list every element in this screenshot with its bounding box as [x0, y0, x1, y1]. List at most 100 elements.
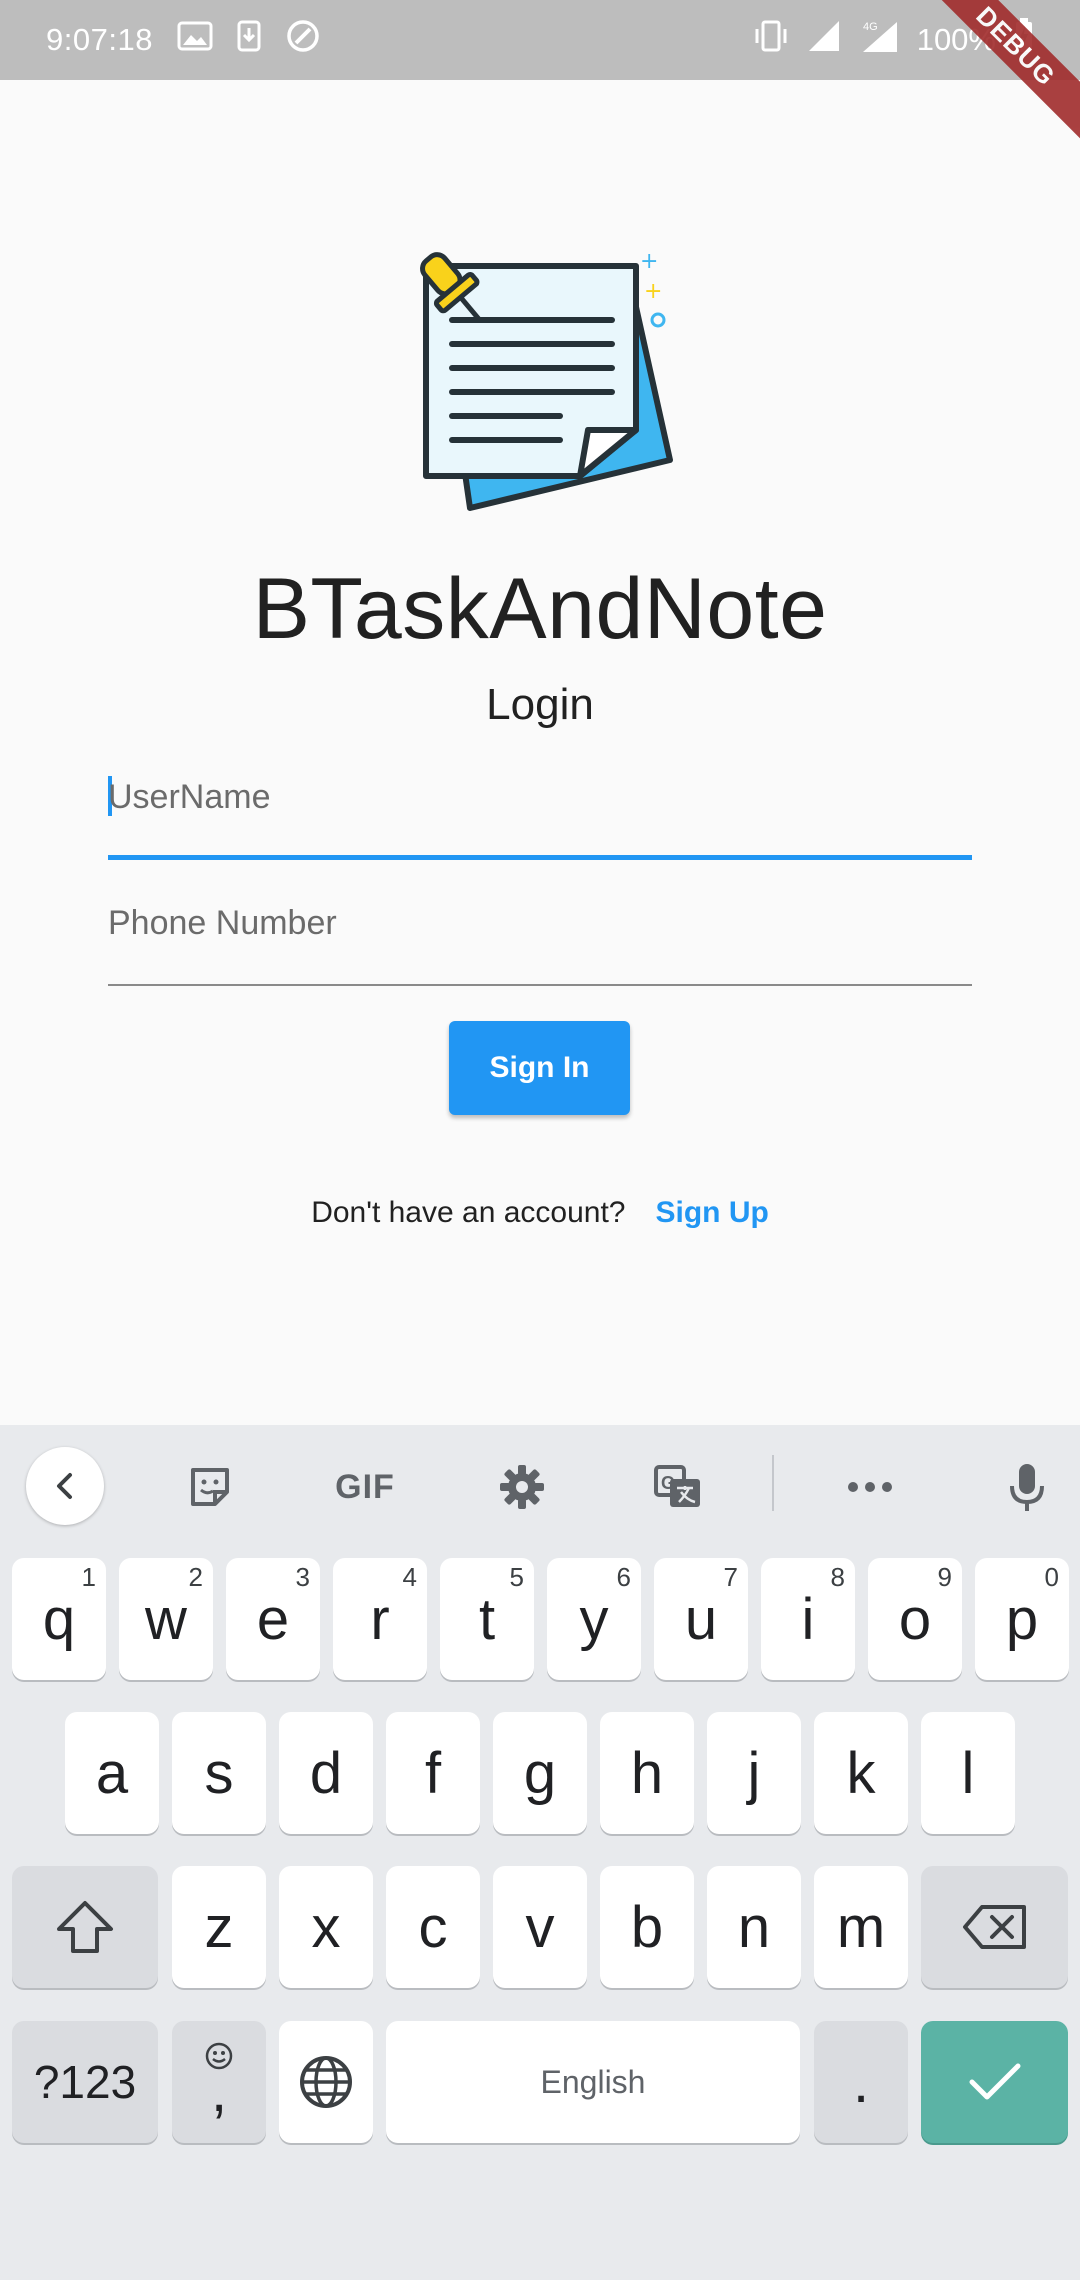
space-key[interactable]: English	[386, 2021, 800, 2143]
key-s-label: s	[204, 1740, 234, 1806]
key-c[interactable]: c	[386, 1866, 480, 1988]
checkmark-icon	[969, 2063, 1020, 2100]
app-logo: + +	[400, 240, 680, 520]
svg-text:4G: 4G	[863, 21, 878, 33]
key-m-label: m	[836, 1894, 886, 1960]
key-d-label: d	[309, 1740, 343, 1806]
svg-text:+: +	[640, 249, 658, 274]
login-heading: Login	[486, 680, 594, 729]
key-s[interactable]: s	[172, 1712, 266, 1834]
key-k-label: k	[846, 1740, 876, 1806]
backspace-icon	[962, 1905, 1026, 1949]
signal-4g-icon: 4G	[859, 18, 899, 62]
period-key[interactable]: .	[814, 2021, 908, 2143]
key-t[interactable]: t5	[440, 1558, 534, 1680]
key-k[interactable]: k	[814, 1712, 908, 1834]
key-x-label: x	[311, 1894, 341, 1960]
key-e-label: e	[256, 1586, 290, 1652]
key-w[interactable]: w2	[119, 1558, 213, 1680]
globe-icon	[300, 2056, 352, 2108]
key-q-number-hint: 1	[81, 1562, 96, 1592]
key-f-label: f	[424, 1740, 442, 1806]
key-o-number-hint: 9	[937, 1562, 952, 1592]
svg-text:G: G	[661, 1473, 675, 1493]
key-h[interactable]: h	[600, 1712, 694, 1834]
back-icon[interactable]	[26, 1447, 104, 1525]
key-e[interactable]: e3	[226, 1558, 320, 1680]
key-j-label: j	[747, 1740, 761, 1806]
key-n-label: n	[737, 1894, 771, 1960]
key-a-label: a	[95, 1740, 129, 1806]
signal-icon	[807, 19, 841, 61]
key-q[interactable]: q1	[12, 1558, 106, 1680]
shift-key[interactable]	[12, 1866, 158, 1988]
key-g[interactable]: g	[493, 1712, 587, 1834]
phone-placeholder: Phone Number	[108, 904, 337, 942]
toolbar-separator	[772, 1455, 774, 1511]
key-x[interactable]: x	[279, 1866, 373, 1988]
sync-notification-icon	[285, 18, 321, 62]
key-c-label: c	[418, 1894, 448, 1960]
key-l[interactable]: l	[921, 1712, 1015, 1834]
gif-icon[interactable]: GIF	[320, 1449, 410, 1525]
key-i-number-hint: 8	[830, 1562, 845, 1592]
key-p[interactable]: p0	[975, 1558, 1069, 1680]
key-r[interactable]: r4	[333, 1558, 427, 1680]
symbols-key[interactable]: ?123	[12, 2021, 158, 2143]
username-input[interactable]: UserName	[108, 776, 972, 860]
key-w-number-hint: 2	[188, 1562, 203, 1592]
key-j[interactable]: j	[707, 1712, 801, 1834]
key-d[interactable]: d	[279, 1712, 373, 1834]
key-t-label: t	[478, 1586, 496, 1652]
key-a[interactable]: a	[65, 1712, 159, 1834]
key-v-label: v	[525, 1894, 555, 1960]
key-n[interactable]: n	[707, 1866, 801, 1988]
download-notification-icon	[237, 20, 261, 60]
key-o[interactable]: o9	[868, 1558, 962, 1680]
enter-key[interactable]	[921, 2021, 1068, 2143]
key-p-label: p	[1005, 1586, 1039, 1652]
key-u[interactable]: u7	[654, 1558, 748, 1680]
key-g-label: g	[523, 1740, 557, 1806]
key-b[interactable]: b	[600, 1866, 694, 1988]
comma-emoji-key[interactable]: ,	[172, 2021, 266, 2143]
translate-icon[interactable]: G	[638, 1449, 718, 1525]
key-y-label: y	[579, 1586, 609, 1652]
symbols-key-label: ?123	[33, 2056, 137, 2108]
sign-in-button[interactable]: Sign In	[449, 1021, 630, 1115]
key-z[interactable]: z	[172, 1866, 266, 1988]
key-f[interactable]: f	[386, 1712, 480, 1834]
keyboard-toolbar: GIF G	[0, 1425, 1080, 1543]
sign-up-link[interactable]: Sign Up	[655, 1196, 768, 1230]
settings-icon[interactable]	[482, 1449, 562, 1525]
key-o-label: o	[898, 1586, 932, 1652]
phone-underline	[108, 984, 972, 986]
key-y[interactable]: y6	[547, 1558, 641, 1680]
gallery-notification-icon	[177, 21, 213, 59]
emoji-icon	[205, 2042, 233, 2070]
key-y-number-hint: 6	[616, 1562, 631, 1592]
app-title: BTaskAndNote	[252, 561, 828, 657]
language-key[interactable]	[279, 2021, 373, 2143]
username-placeholder: UserName	[108, 778, 271, 816]
status-time: 9:07:18	[46, 22, 153, 57]
mic-icon[interactable]	[987, 1449, 1067, 1525]
phone-number-input[interactable]: Phone Number	[108, 906, 972, 986]
soft-keyboard: GIF G q1w2e3r4t5y6u7i8o9p0asdfghjklzxcvb…	[0, 1425, 1080, 2280]
key-r-label: r	[370, 1586, 390, 1652]
key-m[interactable]: m	[814, 1866, 908, 1988]
more-icon[interactable]	[830, 1449, 910, 1525]
key-i-label: i	[801, 1586, 815, 1652]
key-i[interactable]: i8	[761, 1558, 855, 1680]
sticker-icon[interactable]	[170, 1449, 250, 1525]
key-l-label: l	[961, 1740, 975, 1806]
period-key-label: .	[852, 2049, 870, 2115]
signup-row: Don't have an account? Sign Up	[0, 1196, 1080, 1230]
shift-icon	[57, 1901, 113, 1953]
key-w-label: w	[145, 1586, 187, 1652]
key-u-number-hint: 7	[723, 1562, 738, 1592]
backspace-key[interactable]	[921, 1866, 1068, 1988]
key-v[interactable]: v	[493, 1866, 587, 1988]
svg-text:+: +	[644, 279, 662, 304]
key-h-label: h	[630, 1740, 664, 1806]
